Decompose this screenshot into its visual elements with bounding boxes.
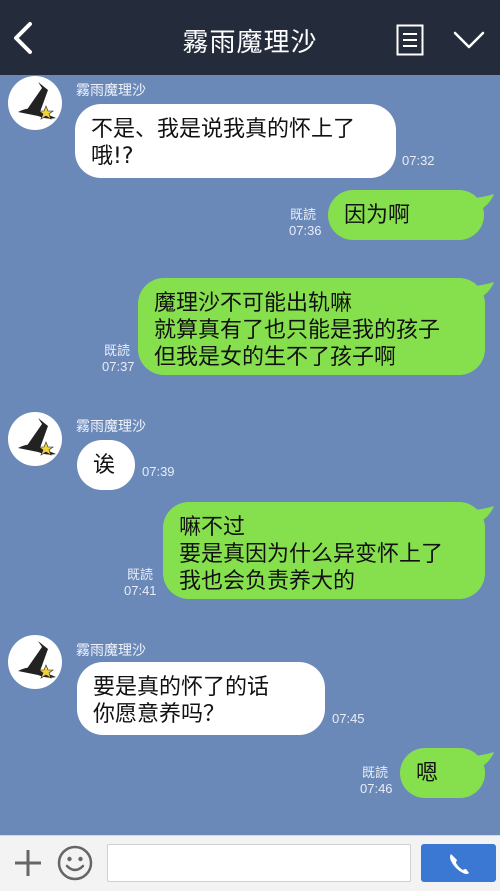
sender-name: 霧雨魔理沙 — [76, 642, 146, 658]
message-time: 07:37 — [102, 359, 135, 374]
message-time: 07:36 — [289, 223, 322, 238]
read-receipt: 既読 — [127, 567, 154, 582]
message-time: 07:39 — [142, 464, 175, 479]
message-time: 07:45 — [332, 711, 365, 726]
smiley-icon — [57, 845, 93, 881]
witch-hat-icon — [18, 418, 56, 456]
message-text: 因为啊 — [344, 203, 411, 228]
message-text: 要是真的怀了的话 — [93, 675, 270, 700]
bubble-tail — [476, 282, 494, 298]
message-text: 魔理沙不可能出轨嘛 — [154, 291, 353, 316]
read-receipt: 既読 — [104, 343, 131, 358]
message-input[interactable] — [107, 844, 411, 882]
phone-icon — [450, 854, 469, 874]
avatar[interactable] — [8, 635, 62, 689]
message-text: 要是真因为什么异变怀上了 — [179, 542, 444, 567]
message-text: 不是、我是说我真的怀上了 — [91, 117, 356, 142]
avatar[interactable] — [8, 412, 62, 466]
bubble-tail — [476, 194, 494, 210]
message-bubble[interactable]: 嗯 — [400, 748, 485, 798]
message-time: 07:46 — [360, 781, 393, 796]
message-time: 07:32 — [402, 153, 435, 168]
message-text: 嗯 — [416, 761, 439, 786]
emoji-button[interactable] — [57, 845, 93, 881]
message-text: 就算真有了也只能是我的孩子 — [154, 318, 441, 343]
witch-hat-icon — [18, 82, 56, 120]
chat-title: 霧雨魔理沙 — [182, 28, 318, 58]
menu-button[interactable] — [396, 24, 424, 56]
message-bubble[interactable]: 不是、我是说我真的怀上了 哦!? — [75, 104, 396, 178]
plus-icon — [15, 850, 41, 876]
read-receipt: 既読 — [290, 207, 317, 222]
message-bubble[interactable]: 魔理沙不可能出轨嘛 就算真有了也只能是我的孩子 但我是女的生不了孩子啊 — [138, 278, 485, 375]
avatar[interactable] — [8, 76, 62, 130]
read-receipt: 既読 — [362, 765, 389, 780]
message-text: 我也会负责养大的 — [179, 569, 356, 594]
message-bubble[interactable]: 诶 — [77, 440, 135, 490]
message-time: 07:41 — [124, 583, 157, 598]
message-text: 但我是女的生不了孩子啊 — [154, 345, 397, 370]
add-button[interactable] — [12, 847, 44, 879]
message-bubble[interactable]: 嘛不过 要是真因为什么异变怀上了 我也会负责养大的 — [163, 502, 485, 599]
message-text: 哦!? — [91, 144, 134, 169]
chevron-down-icon — [453, 31, 485, 49]
sender-name: 霧雨魔理沙 — [76, 418, 146, 434]
list-icon — [396, 24, 424, 56]
call-button[interactable] — [421, 844, 496, 882]
bubble-tail — [476, 506, 494, 522]
message-text: 嘛不过 — [179, 515, 246, 540]
witch-hat-icon — [18, 641, 56, 679]
chat-header: 霧雨魔理沙 — [0, 0, 500, 75]
sender-name: 霧雨魔理沙 — [76, 82, 146, 98]
message-bubble[interactable]: 要是真的怀了的话 你愿意养吗？ — [77, 662, 325, 735]
message-bubble[interactable]: 因为啊 — [328, 190, 484, 240]
expand-button[interactable] — [452, 28, 486, 52]
input-bar — [0, 835, 500, 891]
message-text: 诶 — [93, 453, 116, 478]
message-text: 你愿意养吗？ — [93, 702, 226, 727]
bubble-tail — [476, 752, 494, 768]
